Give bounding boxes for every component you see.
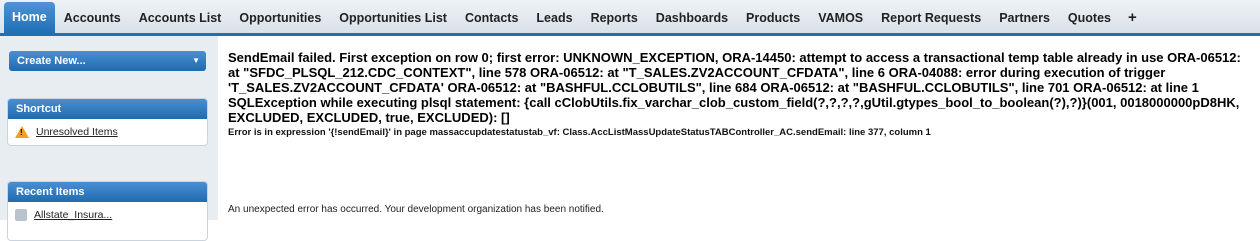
tab-opportunities[interactable]: Opportunities xyxy=(230,3,330,33)
tab-reports[interactable]: Reports xyxy=(582,3,647,33)
recent-item: Allstate_Insura... xyxy=(8,202,207,228)
shortcut-panel: Shortcut Unresolved Items xyxy=(7,98,208,146)
create-new-label: Create New... xyxy=(17,55,86,67)
tab-quotes[interactable]: Quotes xyxy=(1059,3,1120,33)
tab-vamos[interactable]: VAMOS xyxy=(809,3,872,33)
error-content: SendEmail failed. First exception on row… xyxy=(228,50,1253,138)
unresolved-items-link[interactable]: Unresolved Items xyxy=(36,126,118,138)
tab-accounts[interactable]: Accounts xyxy=(55,3,130,33)
tab-leads[interactable]: Leads xyxy=(527,3,581,33)
tab-products[interactable]: Products xyxy=(737,3,809,33)
error-message: SendEmail failed. First exception on row… xyxy=(228,50,1241,125)
add-tab-button[interactable]: + xyxy=(1120,3,1145,33)
recent-item-link[interactable]: Allstate_Insura... xyxy=(34,209,112,221)
recent-items-panel: Recent Items Allstate_Insura... xyxy=(7,181,208,241)
error-notice: An unexpected error has occurred. Your d… xyxy=(228,204,604,215)
tab-contacts[interactable]: Contacts xyxy=(456,3,527,33)
tab-home[interactable]: Home xyxy=(4,2,55,33)
tab-report-requests[interactable]: Report Requests xyxy=(872,3,990,33)
error-expression: Error is in expression '{!sendEmail}' in… xyxy=(228,127,931,138)
shortcut-item: Unresolved Items xyxy=(8,119,207,145)
sidebar: Create New... ▼ Shortcut Unresolved Item… xyxy=(0,36,218,241)
recent-items-header: Recent Items xyxy=(8,182,207,202)
warning-icon xyxy=(15,126,29,138)
tab-accounts-list[interactable]: Accounts List xyxy=(130,3,231,33)
tab-partners[interactable]: Partners xyxy=(990,3,1059,33)
tab-list: Home Accounts Accounts List Opportunitie… xyxy=(0,0,1260,33)
tab-opportunities-list[interactable]: Opportunities List xyxy=(330,3,456,33)
tab-dashboards[interactable]: Dashboards xyxy=(647,3,737,33)
chevron-down-icon: ▼ xyxy=(192,56,200,65)
tab-bar: Home Accounts Accounts List Opportunitie… xyxy=(0,0,1260,36)
shortcut-header: Shortcut xyxy=(8,99,207,119)
record-icon xyxy=(15,209,27,221)
create-new-button[interactable]: Create New... ▼ xyxy=(9,51,206,71)
